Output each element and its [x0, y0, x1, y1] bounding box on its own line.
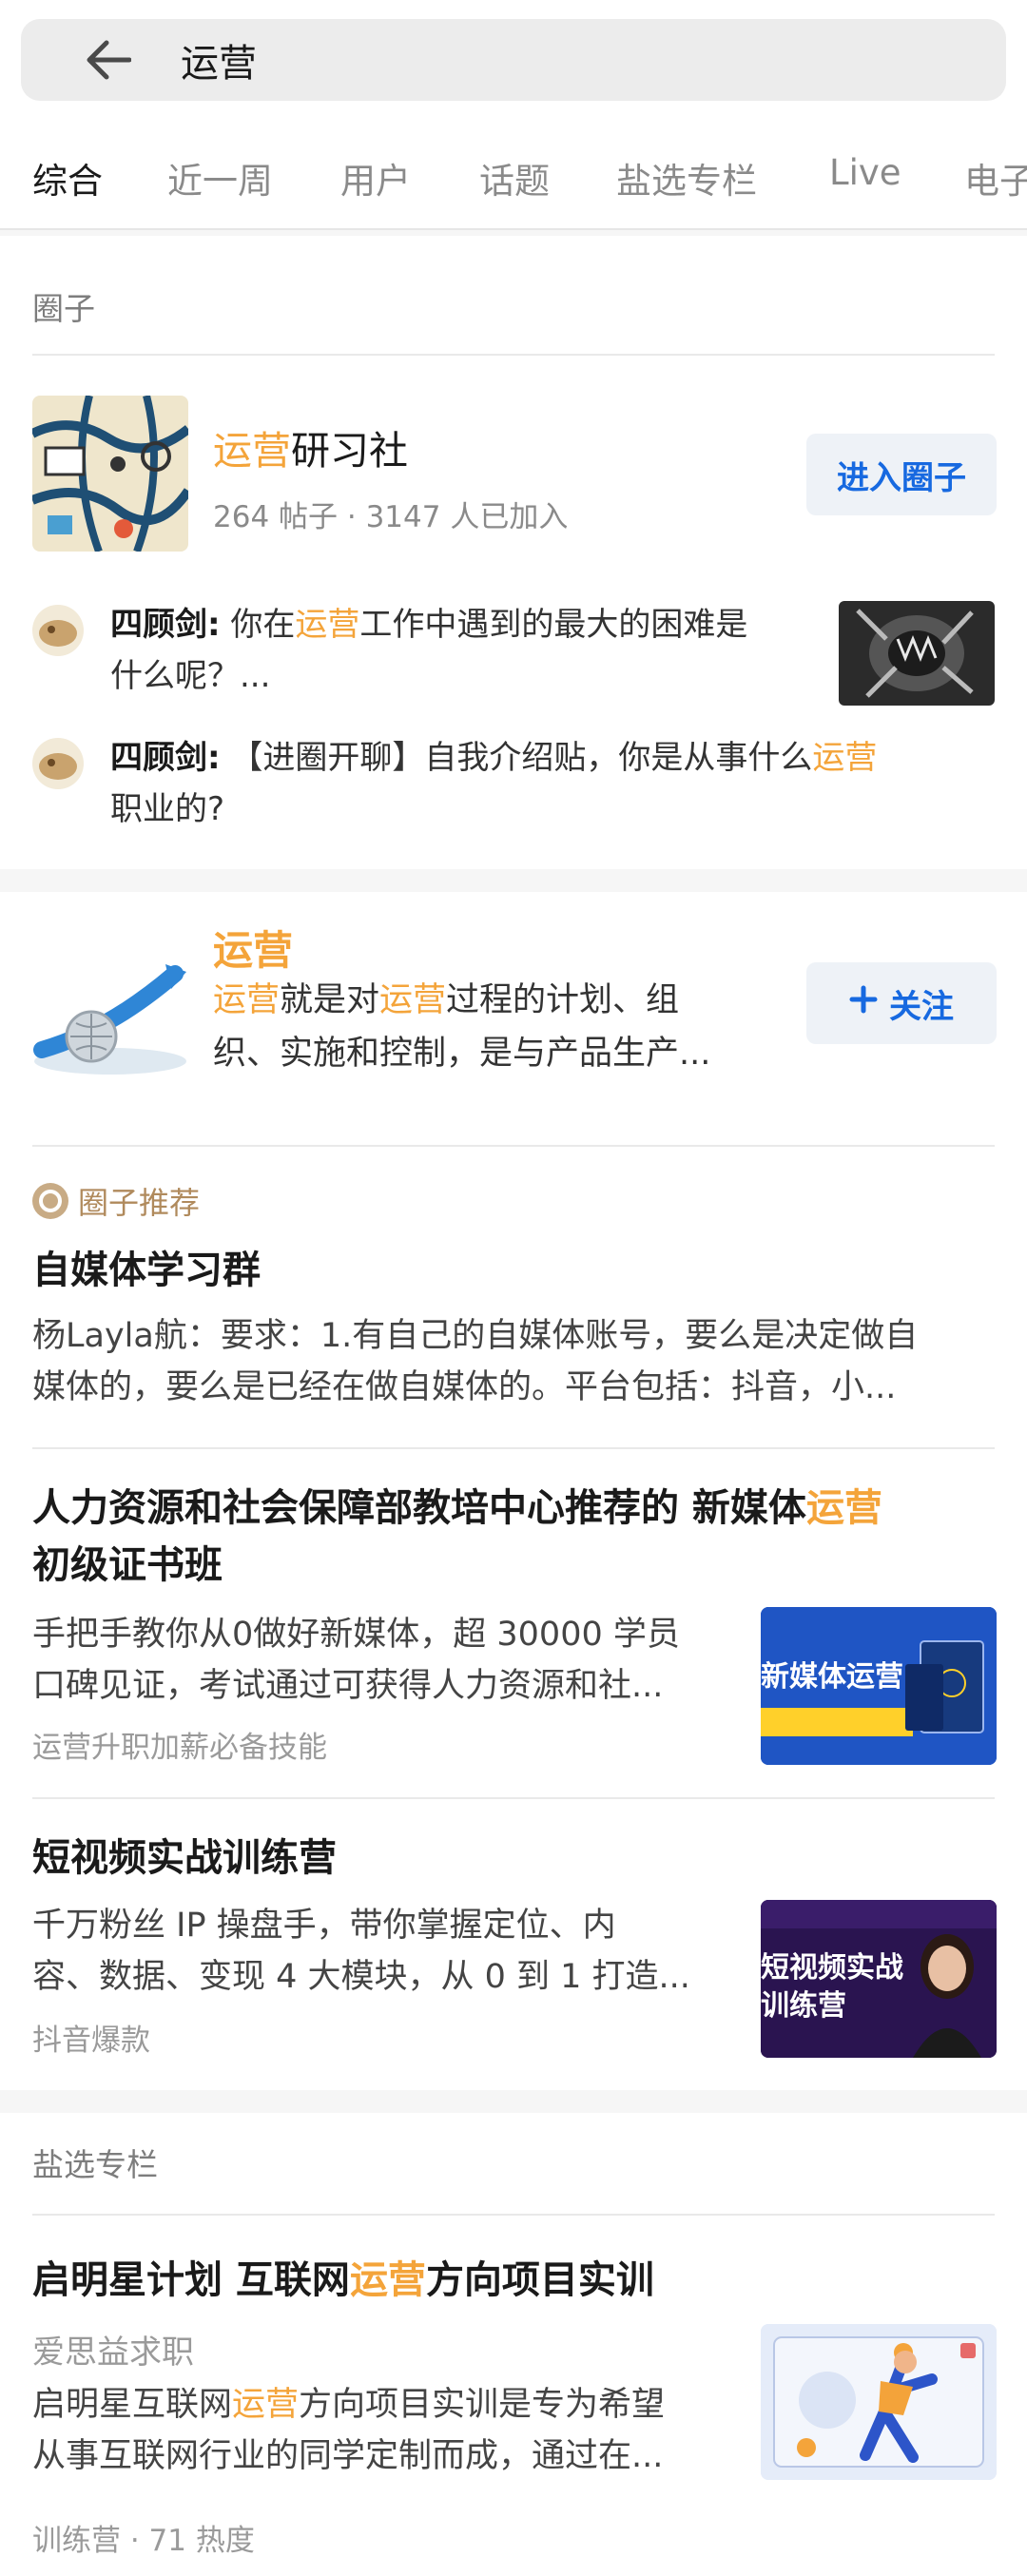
- divider: [32, 1797, 995, 1799]
- search-header: 运营 综合 近一周 用户 话题 盐选专栏 Live 电子: [0, 0, 1027, 230]
- post-text: 四顾剑: 你在运营工作中遇到的最大的困难是 什么呢？...: [110, 599, 747, 702]
- card-tag: 运营升职加薪必备技能: [32, 1731, 327, 1765]
- card-body-line: 容、数据、变现 4 大模块，从 0 到 1 打造...: [32, 1958, 690, 1996]
- topic-title[interactable]: 运营: [213, 919, 293, 977]
- divider: [32, 354, 995, 356]
- column-desc-line2: 从事互联网行业的同学定制而成，通过在...: [32, 2437, 664, 2475]
- column-author[interactable]: 爱思益求职: [32, 2326, 194, 2373]
- follow-button-label: 关注: [889, 987, 954, 1026]
- card-image-caption-line: 短视频实战: [761, 1951, 903, 1985]
- topic-desc-line2: 织、实施和控制，是与产品生产...: [213, 1035, 711, 1073]
- column-title[interactable]: 启明星计划 互联网运营方向项目实训: [32, 2252, 654, 2309]
- column-description: 启明星互联网运营方向项目实训是专为希望 从事互联网行业的同学定制而成，通过在..…: [32, 2379, 665, 2482]
- tab-recent-week[interactable]: 近一周: [167, 152, 273, 203]
- circle-cover-image[interactable]: [32, 396, 188, 552]
- card-image-caption: 新媒体运营: [761, 1660, 903, 1694]
- divider: [32, 2214, 995, 2216]
- circle-meta: 264 帖子 · 3147 人已加入: [213, 500, 569, 534]
- column-title-highlight: 运营: [349, 2258, 426, 2302]
- avatar: [32, 738, 84, 789]
- tab-topics[interactable]: 话题: [479, 152, 550, 203]
- card-title[interactable]: 人力资源和社会保障部教培中心推荐的 新媒体运营 初级证书班: [32, 1480, 882, 1594]
- post-text-part: 【进圈开聊】自我介绍贴，你是从事什么: [220, 739, 813, 777]
- card-image[interactable]: 短视频实战 训练营: [761, 1900, 997, 2058]
- plus-icon: [849, 984, 878, 1022]
- card-image-caption-line: 训练营: [761, 1989, 846, 2023]
- card-title-highlight: 运营: [805, 1486, 882, 1530]
- avatar: [32, 605, 84, 656]
- circle-recommend-label: 圈子推荐: [32, 1179, 200, 1223]
- topic-desc-highlight: 运营: [379, 981, 447, 1019]
- back-arrow-icon[interactable]: [80, 31, 137, 88]
- topic-desc-part: 过程的计划、组: [446, 981, 680, 1019]
- column-desc-part: 启明星互联网: [32, 2386, 233, 2424]
- circle-name-rest: 研习社: [291, 428, 408, 474]
- enter-circle-button[interactable]: 进入圈子: [806, 434, 997, 515]
- column-title-part: 启明星计划 互联网: [32, 2258, 350, 2302]
- tab-ebook[interactable]: 电子: [964, 152, 1027, 203]
- section-title-column: 盐选专栏: [32, 2146, 158, 2183]
- column-meta: 训练营 · 71 热度: [32, 2524, 255, 2558]
- card-body-line: 口碑见证，考试通过可获得人力资源和社...: [32, 1667, 664, 1705]
- search-tabs: 综合 近一周 用户 话题 盐选专栏 Live 电子: [0, 152, 1027, 205]
- post-author: 四顾剑:: [110, 606, 221, 644]
- recommend-label-text: 圈子推荐: [78, 1185, 201, 1221]
- card-body: 手把手教你从0做好新媒体，超 30000 学员 口碑见证，考试通过可获得人力资源…: [32, 1609, 680, 1712]
- topic-desc-highlight: 运营: [213, 981, 281, 1019]
- card-title[interactable]: 短视频实战训练营: [32, 1830, 337, 1887]
- card-body-line: 媒体的，要么是已经在做自媒体的。平台包括：抖音，小...: [32, 1368, 897, 1406]
- circle-post[interactable]: 四顾剑: 【进圈开聊】自我介绍贴，你是从事什么运营 职业的?: [32, 732, 995, 837]
- tab-users[interactable]: 用户: [340, 152, 411, 203]
- search-bar[interactable]: 运营: [21, 19, 1006, 101]
- topic-desc-part: 就是对: [280, 981, 380, 1019]
- column-title-part: 方向项目实训: [425, 2258, 654, 2302]
- card-image[interactable]: 新媒体运营: [761, 1607, 997, 1765]
- tab-salt-column[interactable]: 盐选专栏: [616, 152, 757, 203]
- circle-icon: [32, 1183, 68, 1219]
- post-text-part: 工作中遇到的最大的困难是: [359, 606, 748, 644]
- post-author: 四顾剑:: [110, 739, 221, 777]
- card-title-line2: 初级证书班: [32, 1543, 223, 1587]
- tab-comprehensive[interactable]: 综合: [32, 152, 103, 203]
- post-text-line2: 职业的?: [110, 790, 225, 828]
- search-query[interactable]: 运营: [181, 32, 257, 87]
- column-desc-highlight: 运营: [232, 2386, 300, 2424]
- card-title-part: 人力资源和社会保障部教培中心推荐的 新媒体: [32, 1486, 806, 1530]
- post-thumbnail[interactable]: [839, 601, 995, 706]
- card-body: 千万粉丝 IP 操盘手，带你掌握定位、内 容、数据、变现 4 大模块，从 0 到…: [32, 1900, 690, 2003]
- divider: [32, 1447, 995, 1449]
- card-tag: 抖音爆款: [32, 2024, 150, 2058]
- topic-image[interactable]: [32, 955, 188, 1088]
- follow-button[interactable]: 关注: [806, 962, 997, 1044]
- card-body-line: 手把手教你从0做好新媒体，超 30000 学员: [32, 1616, 680, 1654]
- post-text: 四顾剑: 【进圈开聊】自我介绍贴，你是从事什么运营 职业的?: [110, 732, 877, 835]
- post-text-line2: 什么呢？...: [110, 657, 271, 695]
- column-cover-image[interactable]: [761, 2324, 997, 2480]
- post-text-highlight: 运营: [812, 739, 878, 777]
- section-title-circles: 圈子: [32, 290, 95, 327]
- post-text-part: 你在: [220, 606, 296, 644]
- circle-name[interactable]: 运营研习社: [213, 418, 408, 475]
- column-desc-part: 方向项目实训是专为希望: [299, 2386, 666, 2424]
- divider: [32, 1145, 995, 1147]
- card-body: 杨Layla航：要求：1.有自己的自媒体账号，要么是决定做自 媒体的，要么是已经…: [32, 1310, 918, 1413]
- card-body-line: 杨Layla航：要求：1.有自己的自媒体账号，要么是决定做自: [32, 1317, 919, 1355]
- topic-description: 运营就是对运营过程的计划、组 织、实施和控制，是与产品生产...: [213, 974, 765, 1080]
- circle-name-highlight: 运营: [213, 428, 291, 474]
- tab-live[interactable]: Live: [829, 152, 901, 193]
- card-title[interactable]: 自媒体学习群: [32, 1242, 261, 1299]
- post-text-highlight: 运营: [295, 606, 360, 644]
- card-image-caption: 短视频实战 训练营: [761, 1949, 903, 2025]
- card-body-line: 千万粉丝 IP 操盘手，带你掌握定位、内: [32, 1907, 616, 1945]
